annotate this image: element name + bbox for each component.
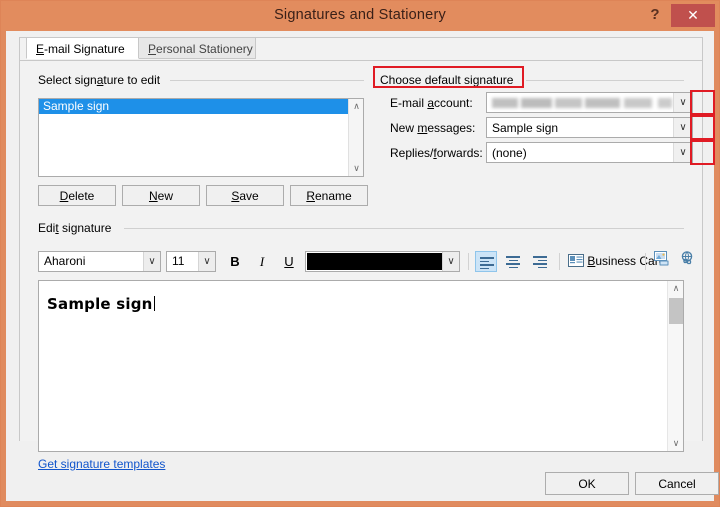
align-right-button[interactable] [529, 251, 551, 272]
annotation-box-email-account-dropdown [690, 90, 715, 115]
select-signature-group-label: Select signature to edit [38, 73, 166, 87]
insert-picture-icon [653, 251, 668, 266]
signatures-dialog-window: Signatures and Stationery ? ✕ E-mail Sig… [0, 0, 720, 507]
list-item[interactable]: Sample sign [39, 99, 349, 114]
scroll-up-icon[interactable]: ∧ [668, 281, 684, 296]
replies-forwards-value: (none) [492, 146, 527, 160]
new-button-accel: N [148, 189, 158, 203]
cancel-button[interactable]: Cancel [635, 472, 719, 495]
replies-forwards-combobox[interactable]: (none) ∨ [486, 142, 693, 163]
delete-button-accel: D [59, 189, 69, 203]
font-size-combobox[interactable]: 11 ∨ [166, 251, 216, 272]
font-size-value: 11 [172, 254, 185, 268]
save-button[interactable]: Save [206, 185, 284, 206]
email-account-combobox[interactable]: ∨ [486, 92, 693, 113]
new-button[interactable]: New [122, 185, 200, 206]
align-center-icon [506, 256, 520, 270]
scroll-down-icon[interactable]: ∨ [668, 436, 684, 451]
text-caret [153, 296, 155, 311]
tab-email-signature-accel: E [36, 42, 45, 56]
editor-scrollbar[interactable]: ∧ ∨ [667, 281, 683, 451]
chevron-down-icon[interactable]: ∨ [673, 118, 692, 137]
chevron-down-icon[interactable]: ∨ [673, 143, 692, 162]
window-title: Signatures and Stationery [274, 7, 446, 23]
chevron-down-icon[interactable]: ∨ [143, 252, 160, 271]
tab-personal-stationery[interactable]: Personal Stationery [138, 37, 256, 59]
insert-picture-button[interactable] [651, 251, 673, 272]
new-button-label: ew [157, 189, 173, 203]
insert-hyperlink-button[interactable] [676, 251, 698, 272]
tab-personal-stationery-accel: P [148, 42, 157, 56]
business-card-icon [568, 254, 584, 267]
close-button[interactable]: ✕ [671, 4, 715, 27]
save-button-label: ave [239, 189, 259, 203]
delete-button[interactable]: Delete [38, 185, 116, 206]
align-left-button[interactable] [475, 251, 497, 272]
align-left-icon [480, 257, 494, 271]
chevron-down-icon[interactable]: ∨ [442, 252, 459, 271]
tab-content-email-signature: Select signature to edit Sample sign ∧ ∨… [20, 60, 715, 471]
replies-forwards-label: Replies/forwards: [390, 146, 483, 160]
choose-default-group-label: Choose default signature [380, 73, 519, 87]
email-account-value-redacted [492, 98, 672, 108]
scroll-down-icon[interactable]: ∨ [349, 161, 364, 176]
title-bar: Signatures and Stationery ? ✕ [1, 1, 719, 31]
new-messages-combobox[interactable]: Sample sign ∨ [486, 117, 693, 138]
tab-email-signature[interactable]: E-mail Signature [26, 37, 139, 59]
annotation-box-new-messages-dropdown [690, 115, 715, 140]
formatting-toolbar: Aharoni ∨ 11 ∨ B I U ∨ Business Card [38, 251, 692, 277]
dialog-body: E-mail Signature Personal Stationery Sel… [6, 31, 719, 501]
font-name-combobox[interactable]: Aharoni ∨ [38, 251, 161, 272]
signature-list-scrollbar[interactable]: ∧ ∨ [348, 99, 363, 176]
rename-button[interactable]: Rename [290, 185, 368, 206]
scrollbar-thumb[interactable] [669, 298, 683, 324]
help-button[interactable]: ? [643, 4, 667, 26]
select-signature-group-rule [170, 80, 364, 81]
chevron-down-icon[interactable]: ∨ [673, 93, 692, 112]
signature-list[interactable]: Sample sign ∧ ∨ [38, 98, 364, 177]
delete-button-label: elete [68, 189, 95, 203]
tab-personal-stationery-label: ersonal Stationery [156, 42, 253, 56]
bold-button[interactable]: B [224, 251, 246, 272]
rename-button-label: ename [314, 189, 352, 203]
tab-email-signature-label: -mail Signature [44, 42, 125, 56]
align-center-button[interactable] [502, 251, 524, 272]
font-color-picker[interactable]: ∨ [305, 251, 460, 272]
new-messages-value: Sample sign [492, 121, 559, 135]
toolbar-separator [645, 253, 646, 270]
italic-button[interactable]: I [251, 251, 273, 272]
scroll-up-icon[interactable]: ∧ [349, 99, 364, 114]
font-color-swatch [307, 253, 442, 270]
signature-editor-text: Sample sign [47, 295, 153, 313]
annotation-box-replies-forwards-dropdown [690, 140, 715, 165]
underline-button[interactable]: U [278, 251, 300, 272]
choose-default-group-rule [526, 80, 684, 81]
edit-signature-group-label: Edit signature [38, 221, 117, 235]
get-signature-templates-link[interactable]: Get signature templates [38, 457, 165, 471]
toolbar-separator [559, 253, 560, 270]
tab-panel: E-mail Signature Personal Stationery Sel… [19, 37, 715, 471]
font-name-value: Aharoni [44, 254, 86, 268]
signature-editor-content: Sample sign [47, 295, 155, 313]
insert-hyperlink-icon [681, 251, 692, 265]
new-messages-label: New messages: [390, 121, 476, 135]
edit-signature-group-rule [124, 228, 684, 229]
rename-button-accel: R [306, 189, 315, 203]
ok-button[interactable]: OK [545, 472, 629, 495]
email-account-label: E-mail account: [390, 96, 473, 110]
toolbar-separator [468, 253, 469, 270]
align-right-icon [533, 256, 547, 270]
chevron-down-icon[interactable]: ∨ [198, 252, 215, 271]
signature-editor[interactable]: Sample sign ∧ ∨ [38, 280, 684, 452]
